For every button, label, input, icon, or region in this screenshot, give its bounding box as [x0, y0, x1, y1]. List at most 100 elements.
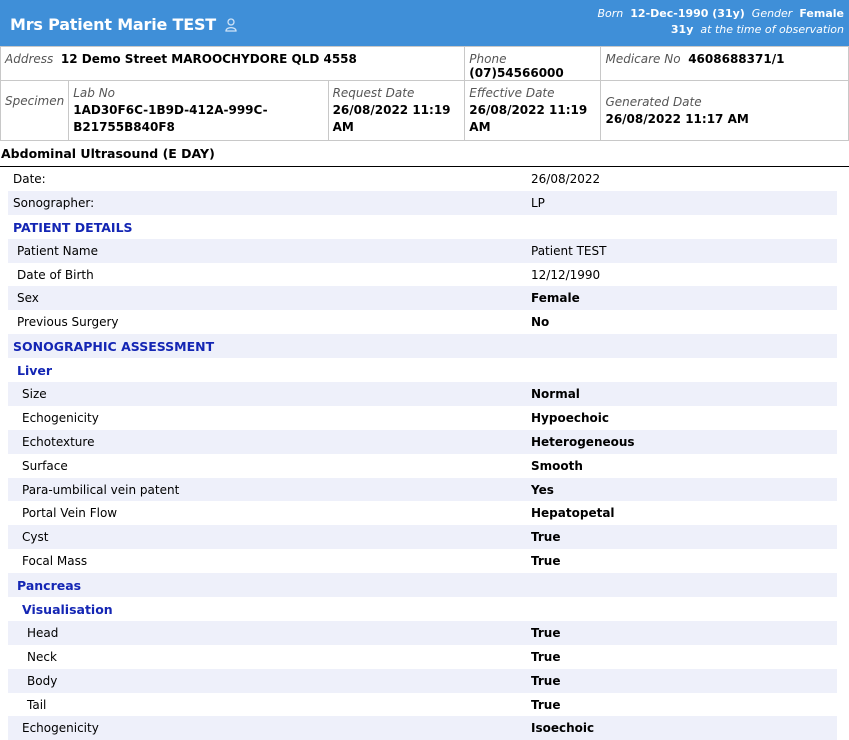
- labno-value-line2: B21755B840F8: [73, 120, 175, 134]
- generated-date-label: Generated Date: [605, 95, 702, 109]
- row-value: Isoechoic: [531, 721, 595, 736]
- row-key: Date:: [13, 172, 46, 186]
- report-rows: Date: 26/08/2022 Sonographer: LP PATIENT D…: [8, 167, 837, 740]
- phone-label: Phone: [469, 52, 507, 66]
- effective-date-label: Effective Date: [469, 86, 555, 100]
- row-value: LP: [531, 195, 545, 210]
- report-row: Date: 26/08/2022: [8, 167, 837, 191]
- report-row: Para-umbilical vein patent Yes: [8, 477, 837, 502]
- age-note: at the time of observation: [700, 23, 844, 36]
- report-row: Previous Surgery No: [8, 310, 837, 334]
- report-row: Portal Vein Flow Hepatopetal: [8, 501, 837, 525]
- report-row: Focal Mass True: [8, 549, 837, 573]
- subsection-heading-label: Pancreas: [17, 578, 82, 594]
- request-date-label: Request Date: [332, 86, 415, 100]
- row-value: Patient TEST: [531, 243, 607, 258]
- row-value: True: [531, 673, 561, 688]
- report-row: Cyst True: [8, 525, 837, 550]
- patient-summary: Born 12-Dec-1990 (31y) Gender Female 31y…: [597, 6, 844, 38]
- subsection-heading: Liver: [8, 358, 837, 382]
- row-key: Sonographer:: [13, 195, 95, 210]
- patient-name: Mrs Patient Marie TEST: [10, 15, 216, 34]
- report-row: Echogenicity Isoechoic: [8, 716, 837, 740]
- gender-value: Female: [799, 7, 844, 20]
- row-key: Surface: [22, 458, 68, 473]
- medicare-value: 4608688371/1: [688, 52, 785, 66]
- row-value: True: [531, 697, 561, 712]
- address-label: Address: [5, 52, 54, 66]
- gender-label: Gender: [751, 7, 793, 20]
- phone-cell: Phone (07)54566000: [464, 46, 602, 81]
- medicare-cell: Medicare No 4608688371/1: [600, 46, 849, 81]
- row-key: Tail: [27, 697, 47, 712]
- row-value: Hepatopetal: [531, 506, 615, 521]
- row-value: No: [531, 315, 550, 330]
- address-value: 12 Demo Street MAROOCHYDORE QLD 4558: [60, 52, 357, 66]
- report-row: Tail True: [8, 693, 837, 717]
- report-row: Patient Name Patient TEST: [8, 238, 837, 263]
- effective-date-value-line2: AM: [469, 120, 491, 134]
- address-cell: Address 12 Demo Street MAROOCHYDORE QLD …: [0, 46, 466, 81]
- request-date-cell: Request Date 26/08/2022 11:19 AM: [327, 80, 466, 141]
- patient-info-grid: Address 12 Demo Street MAROOCHYDORE QLD …: [0, 46, 849, 141]
- row-key: Portal Vein Flow: [22, 506, 118, 521]
- labno-cell: Lab No 1AD30F6C-1B9D-412A-999C- B21755B8…: [68, 80, 329, 141]
- patient-banner: Mrs Patient Marie TEST Born 12-Dec-1990 …: [0, 0, 849, 46]
- report-row: Date of Birth 12/12/1990: [8, 263, 837, 287]
- effective-date-cell: Effective Date 26/08/2022 11:19 AM: [464, 80, 602, 141]
- report-row: Head True: [8, 620, 837, 645]
- row-value: True: [531, 530, 561, 545]
- row-value: Hypoechoic: [531, 410, 609, 425]
- born-value: 12-Dec-1990 (31y): [630, 7, 745, 20]
- report-row: Body True: [8, 668, 837, 693]
- generated-date-cell: Generated Date 26/08/2022 11:17 AM: [600, 80, 849, 141]
- report-row: Echotexture Heterogeneous: [8, 429, 837, 454]
- phone-value: (07)54566000: [469, 66, 564, 80]
- patient-name-line: Mrs Patient Marie TEST: [10, 15, 238, 36]
- user-icon: [225, 17, 238, 36]
- effective-date-value-line1: 26/08/2022 11:19: [469, 103, 588, 117]
- row-key: Echogenicity: [22, 721, 99, 736]
- report-row: Surface Smooth: [8, 454, 837, 478]
- row-key: Size: [22, 387, 47, 402]
- row-key: Echogenicity: [22, 410, 99, 425]
- row-value: True: [531, 625, 561, 640]
- subsection-heading: Pancreas: [8, 573, 837, 598]
- row-key: Sex: [17, 291, 39, 306]
- section-heading-label: PATIENT DETAILS: [13, 219, 133, 235]
- born-label: Born: [597, 7, 624, 20]
- row-value: Smooth: [531, 458, 583, 473]
- row-key: Previous Surgery: [17, 315, 119, 330]
- request-date-value-line2: AM: [332, 120, 354, 134]
- row-key: Focal Mass: [22, 554, 88, 569]
- row-value: True: [531, 649, 561, 664]
- row-value: True: [531, 554, 561, 569]
- row-key: Patient Name: [17, 243, 98, 258]
- row-key: Body: [27, 673, 58, 688]
- report-title: Abdominal Ultrasound (E DAY): [1, 146, 215, 161]
- row-key: Para-umbilical vein patent: [22, 482, 180, 497]
- report-row: Neck True: [8, 645, 837, 669]
- report-row: Echogenicity Hypoechoic: [8, 406, 837, 430]
- row-value: Normal: [531, 387, 580, 402]
- request-date-value-line1: 26/08/2022 11:19: [332, 103, 451, 117]
- row-key: Head: [27, 625, 59, 640]
- specimen-cell: Specimen: [0, 80, 70, 141]
- row-key: Neck: [27, 649, 57, 664]
- report-row: Size Normal: [8, 382, 837, 406]
- generated-date-value: 26/08/2022 11:17 AM: [605, 112, 749, 126]
- report-row: Sex Female: [8, 286, 837, 311]
- section-heading: PATIENT DETAILS: [8, 215, 837, 239]
- specimen-label: Specimen: [5, 94, 65, 108]
- age-value: 31y: [670, 23, 694, 36]
- row-value: Female: [531, 291, 580, 306]
- row-value: 26/08/2022: [531, 172, 601, 186]
- row-value: 12/12/1990: [531, 267, 601, 282]
- medicare-label: Medicare No: [605, 52, 681, 66]
- row-value: Heterogeneous: [531, 434, 635, 449]
- row-key: Echotexture: [22, 434, 95, 449]
- subsection-heading: Visualisation: [8, 597, 837, 621]
- subsection-heading-label: Liver: [17, 363, 53, 379]
- labno-value-line1: 1AD30F6C-1B9D-412A-999C-: [73, 103, 268, 117]
- row-key: Date of Birth: [17, 267, 94, 282]
